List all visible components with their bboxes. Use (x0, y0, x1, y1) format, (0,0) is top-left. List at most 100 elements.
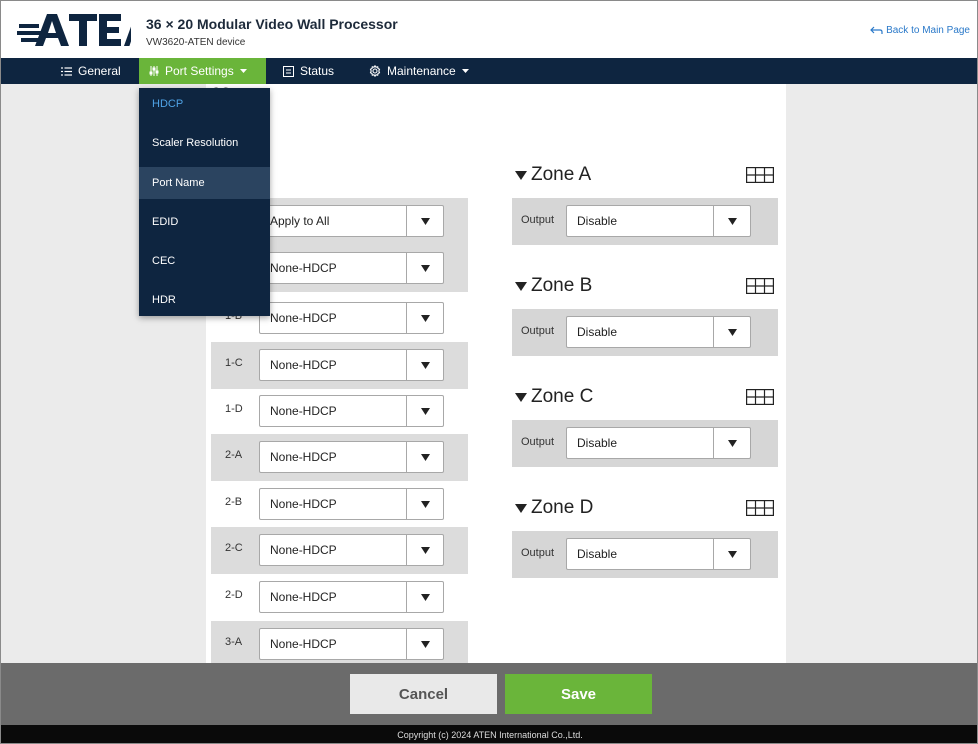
select-arrow (713, 539, 750, 569)
menu-item-hdr[interactable]: HDR (139, 284, 270, 316)
select-arrow (406, 206, 443, 236)
caret-down-icon (461, 69, 469, 73)
hdcp-value: None-HDCP (270, 590, 337, 604)
grid-layout-icon[interactable] (746, 167, 774, 184)
zone-output-value: Disable (577, 547, 618, 561)
back-arrow-icon (870, 26, 883, 34)
zone-title-label: Zone B (531, 275, 593, 296)
zone-title[interactable]: Zone A (515, 164, 591, 186)
select-arrow (713, 317, 750, 347)
port-label: 1-D (225, 403, 243, 415)
gear-icon (369, 65, 381, 77)
hdcp-value: None-HDCP (270, 497, 337, 511)
output-label: Output (521, 547, 555, 559)
triangle-down-icon (727, 550, 737, 558)
zone-output-row: Output Disable (512, 420, 778, 467)
back-to-main-link[interactable]: Back to Main Page (870, 25, 970, 36)
back-link-label: Back to Main Page (886, 25, 970, 36)
zone-output-value: Disable (577, 436, 618, 450)
zone-output-select[interactable]: Disable (566, 205, 751, 237)
hdcp-value: None-HDCP (270, 404, 337, 418)
hdcp-select[interactable]: None-HDCP (259, 581, 444, 613)
collapse-triangle-icon (515, 170, 527, 180)
triangle-down-icon (420, 640, 430, 648)
menu-item-hdcp[interactable]: HDCP (139, 88, 270, 120)
select-arrow (406, 582, 443, 612)
zone-title[interactable]: Zone C (515, 386, 593, 408)
status-icon (283, 65, 294, 77)
nav-general[interactable]: General (51, 58, 131, 84)
caret-down-icon (239, 69, 247, 73)
nav-general-label: General (78, 64, 121, 78)
triangle-down-icon (727, 328, 737, 336)
triangle-down-icon (420, 546, 430, 554)
collapse-triangle-icon (515, 281, 527, 291)
port-row: 1-D None-HDCP (211, 388, 468, 435)
zone-title[interactable]: Zone D (515, 497, 593, 519)
hdcp-select[interactable]: None-HDCP (259, 302, 444, 334)
hdcp-select[interactable]: None-HDCP (259, 534, 444, 566)
zone-title[interactable]: Zone B (515, 275, 592, 297)
menu-item-edid[interactable]: EDID (139, 206, 270, 238)
hdcp-select[interactable]: None-HDCP (259, 488, 444, 520)
port-row: 2-A None-HDCP (211, 434, 468, 481)
menu-item-port-name[interactable]: Port Name (139, 167, 270, 199)
grid-layout-icon[interactable] (746, 389, 774, 406)
zone-output-row: Output Disable (512, 309, 778, 356)
zone-output-value: Disable (577, 325, 618, 339)
nav-port-settings[interactable]: Port Settings (139, 58, 266, 84)
zone-output-row: Output Disable (512, 198, 778, 245)
zone-output-select[interactable]: Disable (566, 316, 751, 348)
svg-text:ATEN: ATEN (123, 13, 131, 50)
triangle-down-icon (727, 217, 737, 225)
nav-maintenance[interactable]: Maintenance (359, 58, 479, 84)
copyright: Copyright (c) 2024 ATEN International Co… (1, 725, 977, 743)
hdcp-select[interactable]: None-HDCP (259, 252, 444, 284)
select-arrow (406, 396, 443, 426)
select-arrow (713, 428, 750, 458)
hdcp-value: None-HDCP (270, 358, 337, 372)
select-arrow (406, 489, 443, 519)
header: ATEN 36 × 20 Modular Video Wall Processo… (1, 1, 977, 58)
menu-item-cec[interactable]: CEC (139, 245, 270, 277)
apply-all-value: Apply to All (270, 214, 330, 228)
app-window: ATEN 36 × 20 Modular Video Wall Processo… (0, 0, 978, 744)
triangle-down-icon (727, 439, 737, 447)
triangle-down-icon (420, 593, 430, 601)
device-name: VW3620-ATEN device (146, 37, 246, 48)
output-label: Output (521, 436, 555, 448)
zone-title-label: Zone C (531, 386, 594, 407)
select-arrow (406, 535, 443, 565)
menu-item-scaler-resolution[interactable]: Scaler Resolution (139, 127, 270, 159)
hdcp-value: None-HDCP (270, 450, 337, 464)
grid-layout-icon[interactable] (746, 278, 774, 295)
port-row: 1-C None-HDCP (211, 342, 468, 389)
port-label: 2-D (225, 589, 243, 601)
hdcp-value: None-HDCP (270, 543, 337, 557)
hdcp-select[interactable]: None-HDCP (259, 395, 444, 427)
hdcp-select[interactable]: None-HDCP (259, 628, 444, 660)
cancel-button[interactable]: Cancel (350, 674, 497, 714)
triangle-down-icon (420, 500, 430, 508)
port-label: 2-C (225, 542, 243, 554)
nav-status[interactable]: Status (273, 58, 344, 84)
apply-all-select[interactable]: Apply to All (259, 205, 444, 237)
port-label: 2-B (225, 496, 243, 508)
zone-output-select[interactable]: Disable (566, 538, 751, 570)
select-arrow (713, 206, 750, 236)
port-label: 1-C (225, 357, 243, 369)
save-button[interactable]: Save (505, 674, 652, 714)
zone-output-select[interactable]: Disable (566, 427, 751, 459)
port-row: 3-A None-HDCP (211, 621, 468, 668)
triangle-down-icon (420, 453, 430, 461)
select-arrow (406, 350, 443, 380)
select-arrow (406, 442, 443, 472)
app-title: 36 × 20 Modular Video Wall Processor (146, 16, 398, 32)
nav-port-settings-label: Port Settings (165, 64, 234, 78)
collapse-triangle-icon (515, 392, 527, 402)
grid-layout-icon[interactable] (746, 500, 774, 517)
hdcp-select[interactable]: None-HDCP (259, 441, 444, 473)
collapse-triangle-icon (515, 503, 527, 513)
port-row: 2-C None-HDCP (211, 527, 468, 574)
hdcp-select[interactable]: None-HDCP (259, 349, 444, 381)
